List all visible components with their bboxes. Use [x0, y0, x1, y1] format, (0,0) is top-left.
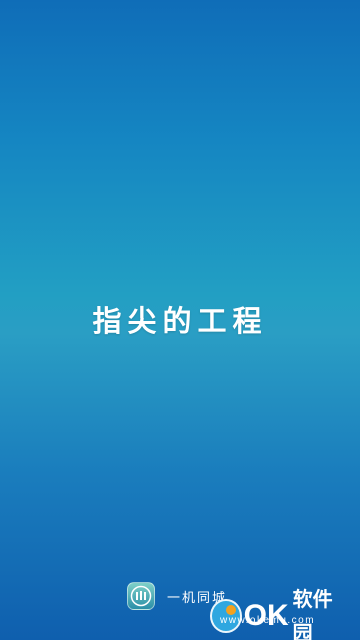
watermark: OK 软件园 www.okemu.com [210, 582, 348, 640]
splash-slogan: 指尖的工程 [92, 304, 268, 338]
watermark-logo: OK 软件园 [210, 582, 348, 640]
watermark-name: 软件园 [292, 587, 333, 640]
app-logo-glyph [130, 585, 152, 607]
watermark-url: www.okemu.com [220, 615, 316, 626]
splash-screen: 指尖的工程 一机同城 OK 软件园 www.okemu.com [0, 0, 360, 640]
app-logo-icon [127, 582, 155, 610]
